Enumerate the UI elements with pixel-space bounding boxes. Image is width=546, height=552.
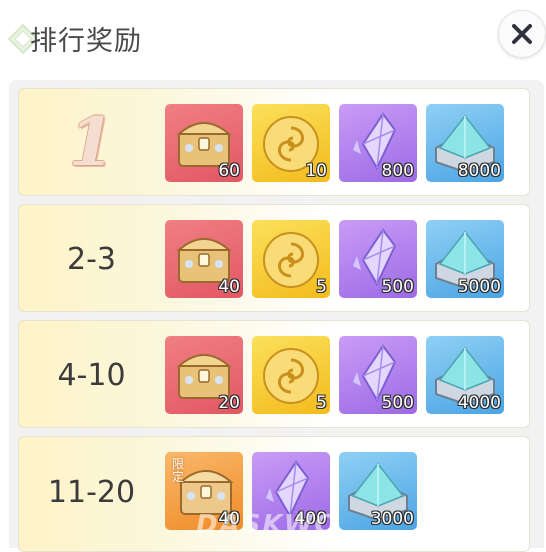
reward-quantity: 500 bbox=[381, 393, 414, 413]
reward-quantity: 4000 bbox=[457, 393, 501, 413]
page-title: 排行奖励 bbox=[30, 26, 142, 57]
rank-label: 1 bbox=[68, 103, 115, 181]
reward-ore-box[interactable]: 3000 bbox=[339, 452, 417, 530]
reward-row-rank-2-3: 2-3 40 5 500 5000 bbox=[18, 204, 530, 312]
reward-row-rank-1: 1 60 10 800 8000 bbox=[18, 88, 530, 196]
reward-quantity: 8000 bbox=[457, 161, 501, 181]
reward-ore-box[interactable]: 4000 bbox=[426, 336, 504, 414]
reward-quantity: 5000 bbox=[457, 277, 501, 297]
header: 排行奖励 bbox=[0, 0, 546, 78]
reward-quantity: 60 bbox=[218, 161, 240, 181]
reward-crystal[interactable]: 800 bbox=[339, 104, 417, 182]
reward-gold-coin[interactable]: 5 bbox=[252, 220, 330, 298]
reward-crystal[interactable]: 500 bbox=[339, 336, 417, 414]
reward-row-rank-4-10: 4-10 20 5 500 4000 bbox=[18, 320, 530, 428]
reward-chest[interactable]: 60 bbox=[165, 104, 243, 182]
reward-quantity: 500 bbox=[381, 277, 414, 297]
reward-quantity: 40 bbox=[218, 277, 240, 297]
reward-quantity: 5 bbox=[316, 277, 327, 297]
reward-chest[interactable]: 40 bbox=[165, 220, 243, 298]
reward-gold-coin[interactable]: 5 bbox=[252, 336, 330, 414]
reward-quantity: 800 bbox=[381, 161, 414, 181]
rank-label: 2-3 bbox=[67, 242, 116, 277]
reward-quantity: 5 bbox=[316, 393, 327, 413]
rank-label: 11-20 bbox=[47, 475, 136, 510]
reward-chest[interactable]: 20 bbox=[165, 336, 243, 414]
reward-ore-box[interactable]: 5000 bbox=[426, 220, 504, 298]
limited-badge: 限定 bbox=[172, 457, 185, 484]
reward-quantity: 3000 bbox=[370, 509, 414, 529]
reward-quantity: 20 bbox=[218, 393, 240, 413]
reward-gold-coin[interactable]: 10 bbox=[252, 104, 330, 182]
reward-ore-box[interactable]: 8000 bbox=[426, 104, 504, 182]
close-icon bbox=[512, 24, 532, 44]
reward-crystal[interactable]: 500 bbox=[339, 220, 417, 298]
watermark: DASKWC bbox=[196, 510, 336, 540]
close-button[interactable] bbox=[498, 10, 546, 58]
reward-quantity: 10 bbox=[305, 161, 327, 181]
rank-label: 4-10 bbox=[57, 358, 126, 393]
